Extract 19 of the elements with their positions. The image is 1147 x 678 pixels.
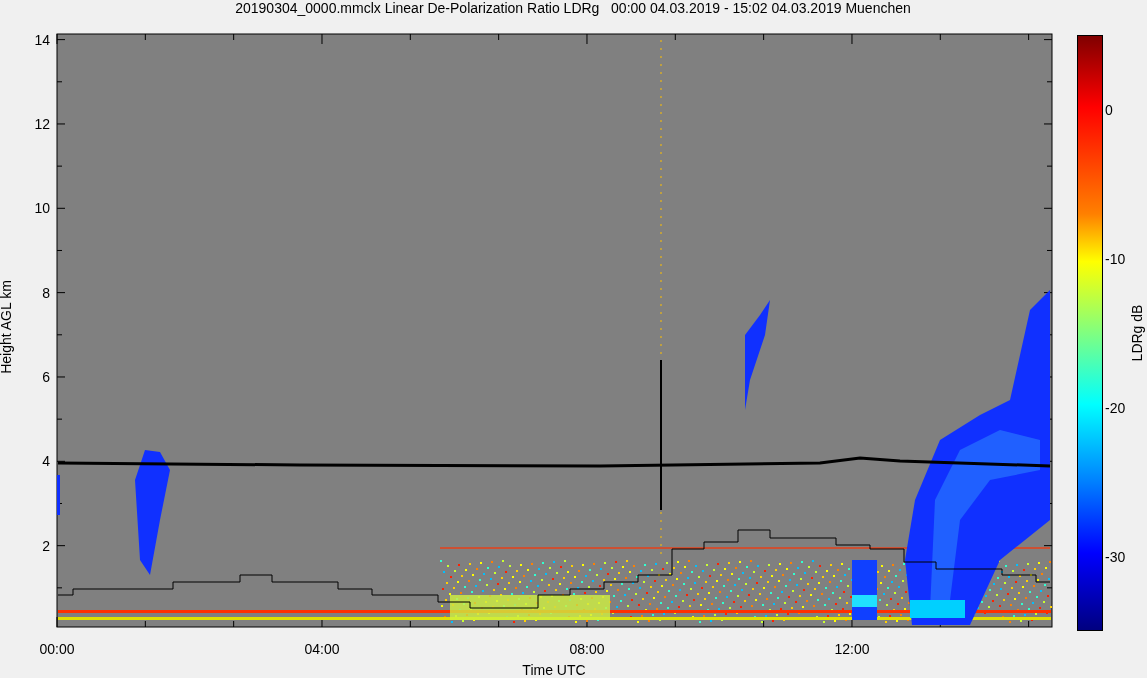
colorbar-tick-label: 0 — [1105, 102, 1113, 118]
x-tick-label: 04:00 — [304, 641, 340, 657]
colorbar-label: LDRg dB — [1129, 304, 1145, 362]
y-axis-label: Height AGL km — [0, 280, 14, 374]
y-tick-label: 12 — [34, 115, 50, 132]
y-tick-label: 10 — [34, 200, 50, 217]
chart-title: 20190304_0000.mmclx Linear De-Polarization Ratio LDRg 00:00 04.03.2019 - 15:02 04.03.2019 Muenchen — [235, 0, 911, 16]
y-tick-label: 2 — [42, 537, 50, 554]
y-tick-label: 8 — [42, 284, 50, 301]
x-axis-label: Time UTC — [522, 662, 586, 678]
colorbar-tick-label: -30 — [1105, 549, 1126, 565]
colorbar-tick-label: -10 — [1105, 251, 1126, 267]
x-tick-label: 08:00 — [569, 641, 605, 657]
y-tick-label: 14 — [34, 31, 50, 48]
y-tick-label: 6 — [42, 369, 50, 385]
x-tick-label: 00:00 — [39, 641, 75, 657]
colorbar-tick-label: -20 — [1105, 400, 1126, 416]
x-tick-label: 12:00 — [834, 641, 870, 657]
y-tick-label: 4 — [42, 453, 50, 470]
